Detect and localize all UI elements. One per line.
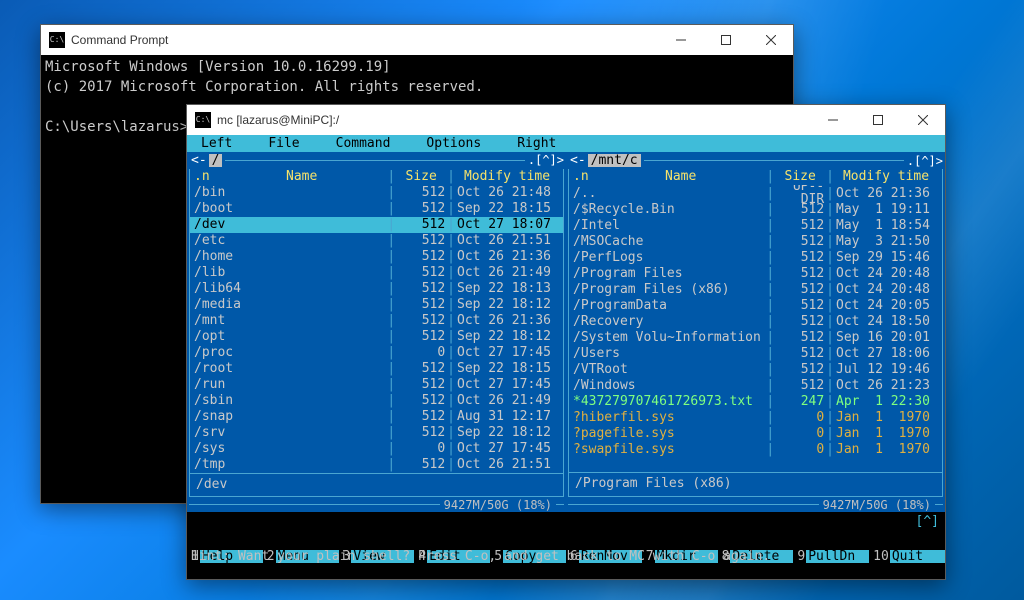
- file-row[interactable]: /home|512|Oct 26 21:36: [190, 249, 563, 265]
- file-row[interactable]: ?hiberfil.sys|0|Jan 1 1970: [569, 409, 942, 425]
- file-row[interactable]: /lib64|512|Sep 22 18:13: [190, 281, 563, 297]
- panel-corner[interactable]: .[^]>: [907, 155, 943, 167]
- file-row[interactable]: /run|512|Oct 27 17:45: [190, 377, 563, 393]
- panel-footer: /dev: [189, 474, 564, 498]
- file-row[interactable]: /$Recycle.Bin|512|May 1 19:11: [569, 201, 942, 217]
- file-row[interactable]: /bin|512|Oct 26 21:48: [190, 185, 563, 201]
- col-mtime[interactable]: Modify time: [834, 170, 938, 183]
- file-row[interactable]: /ProgramData|512|Oct 24 20:05: [569, 297, 942, 313]
- file-row[interactable]: ?pagefile.sys|0|Jan 1 1970: [569, 425, 942, 441]
- mc-titlebar[interactable]: C:\ mc [lazarus@MiniPC]:/: [187, 105, 945, 135]
- menu-item-file[interactable]: File: [254, 137, 321, 150]
- file-row[interactable]: /root|512|Sep 22 18:15: [190, 361, 563, 377]
- path-arrow: <-: [189, 154, 209, 167]
- file-row[interactable]: ?swapfile.sys|0|Jan 1 1970: [569, 441, 942, 457]
- file-row[interactable]: /proc|0|Oct 27 17:45: [190, 345, 563, 361]
- col-size[interactable]: Size: [774, 170, 826, 183]
- panel-path[interactable]: /mnt/c: [588, 154, 641, 167]
- file-row[interactable]: /System Volu~Information|512|Sep 16 20:0…: [569, 329, 942, 345]
- menu-item-right[interactable]: Right: [503, 137, 578, 150]
- path-arrow: <-: [568, 154, 588, 167]
- close-button[interactable]: [900, 105, 945, 135]
- cmd-icon: C:\: [49, 32, 65, 48]
- file-row[interactable]: /sbin|512|Oct 26 21:49: [190, 393, 563, 409]
- file-row[interactable]: /..|UP--DIR|Oct 26 21:36: [569, 185, 942, 201]
- maximize-button[interactable]: [855, 105, 900, 135]
- file-row[interactable]: /Users|512|Oct 27 18:06: [569, 345, 942, 361]
- file-row[interactable]: /dev|512|Oct 27 18:07: [190, 217, 563, 233]
- file-row[interactable]: /Intel|512|May 1 18:54: [569, 217, 942, 233]
- mc-window: C:\ mc [lazarus@MiniPC]:/ LeftFileComman…: [186, 104, 946, 580]
- file-row[interactable]: /Recovery|512|Oct 24 18:50: [569, 313, 942, 329]
- file-row[interactable]: /sys|0|Oct 27 17:45: [190, 441, 563, 457]
- panel-path[interactable]: /: [209, 154, 223, 167]
- file-row[interactable]: /etc|512|Oct 26 21:51: [190, 233, 563, 249]
- file-row[interactable]: /Windows|512|Oct 26 21:23: [569, 377, 942, 393]
- panel-footer: /Program Files (x86): [568, 473, 943, 497]
- close-button[interactable]: [748, 25, 793, 55]
- col-n[interactable]: .n: [194, 170, 216, 183]
- disk-usage: 9427M/50G (18%): [819, 499, 935, 511]
- menu-item-command[interactable]: Command: [322, 137, 413, 150]
- mc-hint-area: Hint: Want your plain shell? Press C-o, …: [187, 512, 945, 548]
- file-row[interactable]: /PerfLogs|512|Sep 29 15:46: [569, 249, 942, 265]
- file-row[interactable]: /Program Files (x86)|512|Oct 24 20:48: [569, 281, 942, 297]
- panel-corner[interactable]: .[^]>: [528, 154, 564, 166]
- file-row[interactable]: /media|512|Sep 22 18:12: [190, 297, 563, 313]
- menu-item-left[interactable]: Left: [187, 137, 254, 150]
- file-row[interactable]: /tmp|512|Oct 26 21:51: [190, 457, 563, 473]
- mc-body: LeftFileCommandOptionsRight <- / .[^]> .n…: [187, 135, 945, 579]
- col-n[interactable]: .n: [573, 170, 595, 183]
- minimize-button[interactable]: [810, 105, 855, 135]
- file-row[interactable]: /srv|512|Sep 22 18:12: [190, 425, 563, 441]
- mc-menu-bar[interactable]: LeftFileCommandOptionsRight: [187, 135, 945, 152]
- file-row[interactable]: /Program Files|512|Oct 24 20:48: [569, 265, 942, 281]
- menu-item-options[interactable]: Options: [412, 137, 503, 150]
- col-name[interactable]: Name: [595, 170, 766, 183]
- disk-usage: 9427M/50G (18%): [440, 499, 556, 511]
- left-panel[interactable]: <- / .[^]>.nName|Size|Modify time/bin|51…: [187, 152, 566, 512]
- minimize-button[interactable]: [658, 25, 703, 55]
- mc-title: mc [lazarus@MiniPC]:/: [217, 113, 339, 127]
- hint-text: Hint: Want your plain shell? Press C-o, …: [191, 548, 941, 565]
- right-panel[interactable]: <- /mnt/c .[^]>.nName|Size|Modify time/.…: [566, 152, 945, 512]
- col-size[interactable]: Size: [395, 170, 447, 183]
- file-row[interactable]: /MSOCache|512|May 3 21:50: [569, 233, 942, 249]
- cmd-icon: C:\: [195, 112, 211, 128]
- file-row[interactable]: /mnt|512|Oct 26 21:36: [190, 313, 563, 329]
- col-mtime[interactable]: Modify time: [455, 170, 559, 183]
- cmd-titlebar[interactable]: C:\ Command Prompt: [41, 25, 793, 55]
- file-row[interactable]: /opt|512|Sep 22 18:12: [190, 329, 563, 345]
- file-row[interactable]: /lib|512|Oct 26 21:49: [190, 265, 563, 281]
- file-row[interactable]: /boot|512|Sep 22 18:15: [190, 201, 563, 217]
- file-row[interactable]: /VTRoot|512|Jul 12 19:46: [569, 361, 942, 377]
- file-row[interactable]: /snap|512|Aug 31 12:17: [190, 409, 563, 425]
- maximize-button[interactable]: [703, 25, 748, 55]
- cmd-title: Command Prompt: [71, 33, 168, 47]
- file-row[interactable]: *437279707461726973.txt|247|Apr 1 22:30: [569, 393, 942, 409]
- scroll-indicator-icon: [^]: [916, 513, 939, 530]
- col-name[interactable]: Name: [216, 170, 387, 183]
